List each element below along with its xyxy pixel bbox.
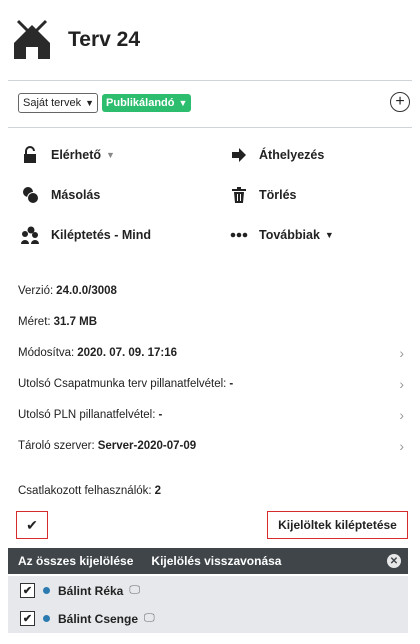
- status-filter-select[interactable]: Publikálandó ▼: [102, 94, 192, 112]
- teamwork-snapshot-label: Utolsó Csapatmunka terv pillanatfelvétel…: [18, 378, 227, 390]
- more-dropdown[interactable]: Továbbiak ▼: [228, 226, 334, 244]
- page-title: Terv 24: [68, 28, 140, 51]
- monitor-icon: 🖵: [129, 584, 140, 596]
- pln-snapshot-value: -: [158, 409, 163, 421]
- move-button[interactable]: Áthelyezés: [228, 146, 324, 164]
- monitor-icon: 🖵: [144, 612, 155, 624]
- unlock-icon: [20, 146, 42, 164]
- ellipsis-icon: [228, 226, 250, 244]
- user-name: Bálint Csenge: [58, 611, 139, 626]
- project-filter-select[interactable]: Saját tervek ▼: [18, 93, 99, 113]
- storage-server-value: Server-2020-07-09: [97, 440, 197, 452]
- info-teamwork-snapshot[interactable]: Utolsó Csapatmunka terv pillanatfelvétel…: [18, 374, 408, 394]
- connected-users-value: 2: [154, 485, 162, 497]
- close-icon[interactable]: ✕: [387, 554, 401, 568]
- info-pln-snapshot[interactable]: Utolsó PLN pillanatfelvétel: - ›: [18, 405, 408, 425]
- version-value: 24.0.0/3008: [56, 285, 117, 297]
- copy-icon: [20, 186, 42, 204]
- move-label: Áthelyezés: [259, 148, 325, 162]
- teamwork-snapshot-value: -: [229, 378, 234, 390]
- user-checkbox[interactable]: ✔: [20, 583, 35, 598]
- user-row[interactable]: ✔ Bálint Csenge 🖵: [8, 604, 408, 633]
- version-label: Verzió:: [18, 285, 54, 297]
- pln-snapshot-label: Utolsó PLN pillanatfelvétel:: [18, 409, 156, 421]
- info-storage-server[interactable]: Tároló szerver: Server-2020-07-09 ›: [18, 436, 408, 456]
- divider: [8, 127, 412, 128]
- chevron-down-icon: ▼: [85, 98, 95, 108]
- info-connected-users: Csatlakozott felhasználók: 2: [18, 481, 408, 501]
- modified-label: Módosítva:: [18, 347, 75, 359]
- kickout-all-button[interactable]: Kiléptetés - Mind: [20, 226, 151, 244]
- select-all-button[interactable]: Az összes kijelölése: [18, 554, 133, 568]
- caret-down-icon: ▼: [106, 150, 115, 160]
- copy-label: Másolás: [51, 188, 101, 202]
- size-value: 31.7 MB: [53, 316, 98, 328]
- available-label: Elérhető: [51, 148, 102, 162]
- kickout-selected-button[interactable]: Kijelöltek kiléptetése: [267, 511, 408, 539]
- storage-server-label: Tároló szerver:: [18, 440, 95, 452]
- chevron-right-icon: ›: [399, 376, 404, 392]
- online-status-icon: [43, 587, 50, 594]
- delete-label: Törlés: [259, 188, 297, 202]
- users-icon: [20, 226, 42, 244]
- kickout-all-label: Kiléptetés - Mind: [51, 228, 152, 242]
- user-row[interactable]: ✔ Bálint Réka 🖵: [8, 576, 408, 605]
- online-status-icon: [43, 615, 50, 622]
- info-modified[interactable]: Módosítva: 2020. 07. 09. 17:16 ›: [18, 343, 408, 363]
- project-filter-label: Saját tervek: [23, 97, 82, 109]
- modified-value: 2020. 07. 09. 17:16: [77, 347, 177, 359]
- arrow-right-icon: [228, 146, 250, 164]
- more-label: Továbbiak: [259, 228, 320, 242]
- select-toggle-button[interactable]: ✔: [16, 511, 48, 539]
- available-dropdown[interactable]: Elérhető ▼: [20, 146, 115, 164]
- info-version: Verzió: 24.0.0/3008: [18, 281, 408, 301]
- delete-button[interactable]: Törlés: [228, 186, 297, 204]
- add-button[interactable]: +: [390, 92, 410, 112]
- selection-toolbar: Az összes kijelölése Kijelölés visszavon…: [8, 548, 408, 574]
- header: Terv 24: [12, 18, 408, 62]
- size-label: Méret:: [18, 316, 51, 328]
- user-name: Bálint Réka: [58, 583, 124, 598]
- plus-icon: +: [395, 93, 405, 110]
- house-icon: [14, 19, 50, 59]
- trash-icon: [228, 186, 250, 204]
- deselect-button[interactable]: Kijelölés visszavonása: [151, 554, 281, 568]
- user-checkbox[interactable]: ✔: [20, 611, 35, 626]
- chevron-down-icon: ▼: [178, 98, 188, 108]
- status-filter-label: Publikálandó: [106, 97, 175, 109]
- caret-down-icon: ▼: [324, 230, 334, 240]
- copy-button[interactable]: Másolás: [20, 186, 100, 204]
- chevron-right-icon: ›: [399, 345, 404, 361]
- chevron-right-icon: ›: [399, 407, 404, 423]
- info-size: Méret: 31.7 MB: [18, 312, 408, 332]
- divider: [8, 80, 412, 81]
- connected-users-label: Csatlakozott felhasználók:: [18, 485, 152, 497]
- filter-bar: Saját tervek ▼ Publikálandó ▼ +: [18, 92, 410, 114]
- checkmark-icon: ✔: [26, 516, 38, 533]
- chevron-right-icon: ›: [399, 438, 404, 454]
